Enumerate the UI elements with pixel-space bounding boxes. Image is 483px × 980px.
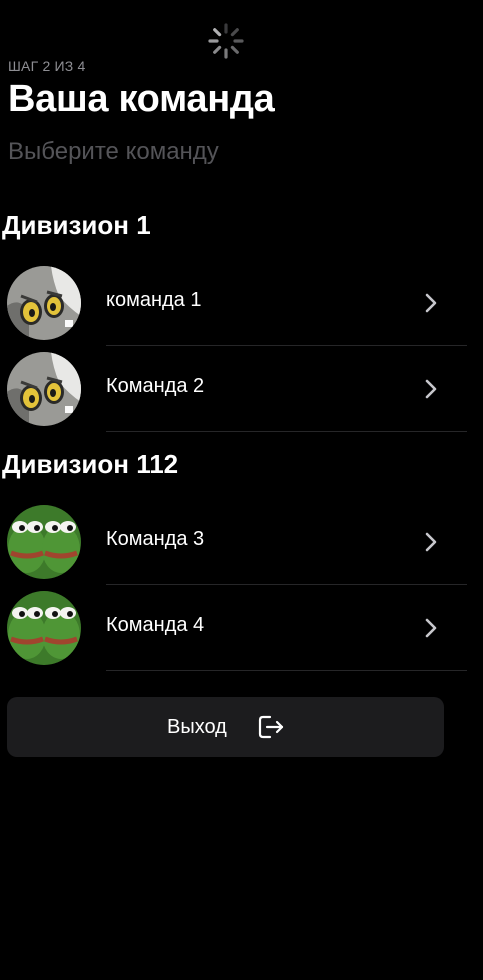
division-heading: Дивизион 112 (2, 449, 179, 479)
frog-avatar (7, 591, 81, 665)
team-name: Команда 3 (106, 528, 205, 550)
cartoon-face-avatar (7, 352, 81, 426)
team-name: команда 1 (106, 289, 202, 311)
row-separator (106, 431, 467, 432)
team-name: Команда 4 (106, 614, 205, 636)
division-heading: Дивизион 1 (2, 210, 151, 240)
step-indicator: ШАГ 2 ИЗ 4 (8, 58, 86, 74)
team-row[interactable]: команда 1 (0, 260, 483, 346)
page-subtitle: Выберите команду (8, 138, 219, 165)
logout-label: Выход (167, 716, 227, 738)
logout-icon (258, 715, 284, 739)
team-row[interactable]: Команда 3 (0, 499, 483, 585)
chevron-right-icon (425, 379, 437, 399)
frog-avatar (7, 505, 81, 579)
cartoon-face-avatar (7, 266, 81, 340)
team-name: Команда 2 (106, 375, 205, 397)
page-title: Ваша команда (8, 78, 275, 120)
chevron-right-icon (425, 293, 437, 313)
loading-spinner-icon (208, 23, 244, 59)
logout-button[interactable]: Выход (7, 697, 444, 757)
team-row[interactable]: Команда 2 (0, 346, 483, 432)
row-separator (106, 670, 467, 671)
chevron-right-icon (425, 618, 437, 638)
chevron-right-icon (425, 532, 437, 552)
team-row[interactable]: Команда 4 (0, 585, 483, 671)
